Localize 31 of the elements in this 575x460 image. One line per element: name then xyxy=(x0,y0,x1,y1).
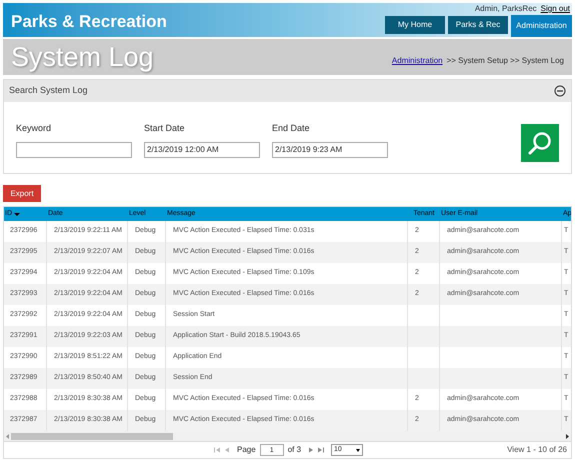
page-count: of 3 xyxy=(288,444,302,456)
export-button[interactable]: Export xyxy=(3,185,41,202)
text-field[interactable] xyxy=(16,142,132,158)
sign-out-link[interactable]: Sign out xyxy=(540,3,570,15)
last-page-icon[interactable] xyxy=(318,447,324,453)
search-button[interactable] xyxy=(521,124,559,162)
search-icon xyxy=(527,130,553,156)
breadcrumb-link[interactable]: Administration xyxy=(392,55,443,67)
next-page-icon[interactable] xyxy=(309,447,314,453)
record-summary: View 1 - 10 of 26 xyxy=(507,444,567,456)
previous-page-icon[interactable] xyxy=(224,447,229,453)
field-label: Start Date xyxy=(144,122,186,135)
breadcrumb-text: >> System Setup >> System Log xyxy=(446,55,564,67)
scroll-left-icon[interactable] xyxy=(6,434,9,438)
sort-caret-icon xyxy=(14,212,20,216)
text-field[interactable]: 2/13/2019 12:00 AM xyxy=(144,142,260,158)
nav-tab[interactable]: Administration xyxy=(511,15,572,37)
field-label: End Date xyxy=(272,122,311,135)
nav-tab[interactable]: My Home xyxy=(385,16,445,34)
first-page-icon[interactable] xyxy=(214,447,220,453)
scroll-right-icon[interactable] xyxy=(566,434,569,438)
nav-tab[interactable]: Parks & Rec xyxy=(448,16,508,34)
field-label: Keyword xyxy=(16,122,52,135)
user-name: Admin, ParksRec xyxy=(474,3,537,15)
page-label: Page xyxy=(237,444,256,456)
brand-title: Parks & Recreation xyxy=(11,11,167,33)
horizontal-scrollbar[interactable] xyxy=(4,431,571,441)
text-field[interactable]: 2/13/2019 9:23 AM xyxy=(272,142,388,158)
collapse-icon[interactable] xyxy=(554,85,566,97)
panel-title: Search System Log xyxy=(9,84,88,98)
scrollbar-thumb[interactable] xyxy=(11,432,173,440)
